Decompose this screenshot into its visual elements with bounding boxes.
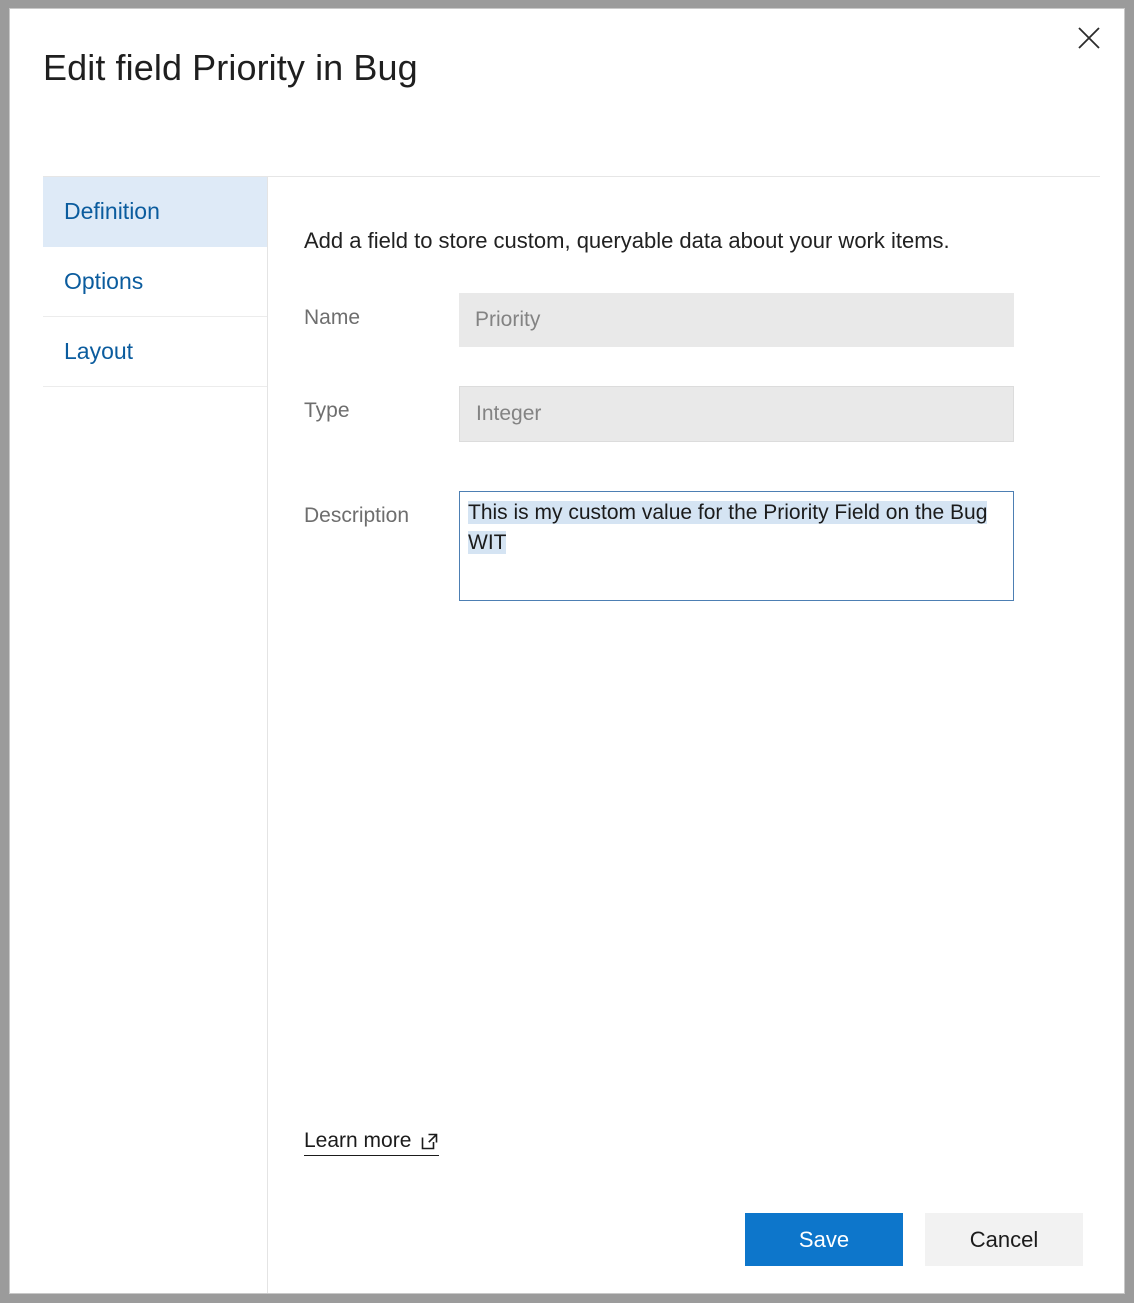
- definition-pane: Add a field to store custom, queryable d…: [304, 177, 1064, 601]
- sidebar-item-label: Options: [64, 268, 143, 295]
- close-button[interactable]: [1066, 17, 1112, 59]
- learn-more-link[interactable]: Learn more: [304, 1129, 439, 1156]
- page-title: Edit field Priority in Bug: [43, 47, 418, 89]
- type-input: [459, 386, 1014, 442]
- name-label: Name: [304, 293, 459, 328]
- save-button[interactable]: Save: [745, 1213, 903, 1266]
- dialog-body: Definition Options Layout Add a field to…: [10, 169, 1124, 1293]
- field-row-name: Name: [304, 293, 1064, 347]
- description-label: Description: [304, 491, 459, 526]
- sidebar-item-layout[interactable]: Layout: [43, 317, 267, 387]
- window-frame: Edit field Priority in Bug Definition Op…: [0, 0, 1134, 1303]
- external-link-icon: [420, 1132, 439, 1151]
- type-label: Type: [304, 386, 459, 421]
- name-input: [459, 293, 1014, 347]
- field-row-type: Type: [304, 386, 1064, 442]
- edit-field-dialog: Edit field Priority in Bug Definition Op…: [9, 8, 1125, 1294]
- sidebar-item-options[interactable]: Options: [43, 247, 267, 317]
- dialog-footer: Save Cancel: [745, 1213, 1083, 1266]
- description-textarea[interactable]: This is my custom value for the Priority…: [459, 491, 1014, 601]
- learn-more-label: Learn more: [304, 1129, 411, 1153]
- field-row-description: Description This is my custom value for …: [304, 491, 1064, 601]
- cancel-button[interactable]: Cancel: [925, 1213, 1083, 1266]
- close-icon: [1076, 25, 1102, 51]
- sidebar-item-label: Definition: [64, 198, 160, 225]
- sidebar-item-definition[interactable]: Definition: [43, 177, 267, 247]
- pane-description: Add a field to store custom, queryable d…: [304, 228, 1064, 254]
- sidebar-item-label: Layout: [64, 338, 133, 365]
- sidebar-pivot: Definition Options Layout: [43, 177, 268, 1294]
- description-text: This is my custom value for the Priority…: [468, 501, 987, 554]
